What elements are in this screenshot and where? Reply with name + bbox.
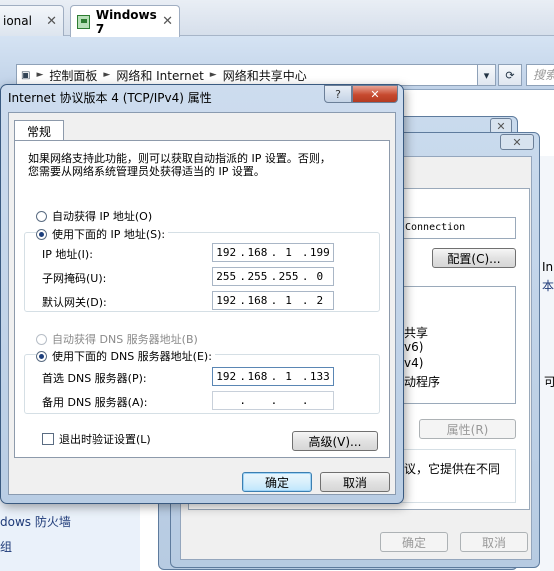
ip-octet: 1 <box>285 370 292 383</box>
chevron-right-icon: ► <box>103 70 111 80</box>
list-item[interactable]: v6) <box>404 340 423 354</box>
nav-item-firewall[interactable]: dows 防火墙 <box>0 513 71 530</box>
ip-octet: 168 <box>247 370 268 383</box>
subnet-label: 子网掩码(U): <box>42 272 107 285</box>
ip-octet: 199 <box>309 246 330 259</box>
vm-tab-label: Windows 7 <box>95 7 157 36</box>
default-gateway-field[interactable]: 192. 168. 1. 2 <box>212 291 334 310</box>
auto-ip-radio[interactable] <box>36 210 47 222</box>
preferred-dns-field[interactable]: 192. 168. 1. 133 <box>212 367 334 386</box>
right-pane <box>540 156 554 571</box>
list-item[interactable]: 动程序 <box>404 373 440 390</box>
manual-ip-option[interactable]: 使用下面的 IP 地址(S): <box>36 226 169 242</box>
breadcrumb-item[interactable]: 控制面板 <box>49 67 97 84</box>
ip-octet: 192 <box>216 246 237 259</box>
ip-address-label: IP 地址(I): <box>42 248 93 261</box>
address-bar[interactable]: ▣ ► 控制面板 ► 网络和 Internet ► 网络和共享中心 <box>16 64 496 86</box>
close-button[interactable]: ✕ <box>352 85 398 103</box>
list-item[interactable]: v4) <box>404 356 423 370</box>
ip-octet: 168 <box>247 246 268 259</box>
side-text: 可 <box>544 375 554 389</box>
auto-ip-label: 自动获得 IP 地址(O) <box>52 210 153 223</box>
preferred-dns-label: 首选 DNS 服务器(P): <box>42 372 147 385</box>
ip-octet: 133 <box>309 370 330 383</box>
auto-dns-radio <box>36 333 47 345</box>
search-input[interactable]: 搜索 <box>526 64 554 86</box>
connection-name-field: Connection <box>394 217 516 239</box>
breadcrumb-item[interactable]: 网络和 Internet <box>116 67 203 84</box>
dialog-title: Internet 协议版本 4 (TCP/IPv4) 属性 <box>8 91 212 105</box>
ip-octet: 2 <box>316 294 324 307</box>
manual-ip-radio[interactable] <box>36 228 47 240</box>
properties-button[interactable]: 属性(R) <box>419 419 516 439</box>
close-icon[interactable]: ✕ <box>500 134 534 150</box>
manual-dns-label: 使用下面的 DNS 服务器地址(E): <box>52 350 212 363</box>
help-button[interactable]: ? <box>324 85 352 103</box>
close-icon[interactable]: ✕ <box>162 14 173 29</box>
alternate-dns-label: 备用 DNS 服务器(A): <box>42 396 148 409</box>
configure-button[interactable]: 配置(C)... <box>432 248 516 268</box>
vm-tab-other[interactable]: ional ✕ <box>0 5 64 36</box>
ip-octet: 255 <box>247 270 268 283</box>
chevron-right-icon: ► <box>209 70 217 80</box>
vm-tab-label: ional <box>3 14 32 28</box>
gateway-label: 默认网关(D): <box>42 296 107 309</box>
cancel-button[interactable]: 取消 <box>460 532 528 552</box>
auto-dns-option: 自动获得 DNS 服务器地址(B) <box>36 331 198 347</box>
ok-button[interactable]: 确定 <box>380 532 448 552</box>
validate-checkbox[interactable] <box>42 433 54 445</box>
refresh-button[interactable]: ⟳ <box>498 64 522 86</box>
description-text: 议，它提供在不同 <box>404 462 501 476</box>
description-line: 您需要从网络系统管理员处获得适当的 IP 设置。 <box>28 165 265 178</box>
vm-icon <box>77 14 90 29</box>
side-text: 本 <box>542 279 554 293</box>
ip-octet: 192 <box>216 294 237 307</box>
tab-general[interactable]: 常规 <box>14 120 64 141</box>
alternate-dns-field[interactable]: . . . <box>212 391 334 410</box>
breadcrumb-item[interactable]: 网络和共享中心 <box>223 67 307 84</box>
side-text: In <box>542 260 554 274</box>
address-dropdown-button[interactable]: ▾ <box>477 64 496 86</box>
subnet-mask-field[interactable]: 255. 255. 255. 0 <box>212 267 334 286</box>
manual-dns-radio[interactable] <box>36 350 47 362</box>
ip-octet: 0 <box>316 270 324 283</box>
auto-dns-label: 自动获得 DNS 服务器地址(B) <box>52 333 198 346</box>
cancel-button[interactable]: 取消 <box>320 472 390 492</box>
nav-item-group[interactable]: 组 <box>0 538 12 555</box>
ip-octet: 1 <box>285 294 292 307</box>
ip-address-field[interactable]: 192. 168. 1. 199 <box>212 243 334 262</box>
ok-button[interactable]: 确定 <box>242 472 312 492</box>
close-icon[interactable]: ✕ <box>46 14 57 29</box>
chevron-right-icon: ► <box>36 70 44 80</box>
ip-octet: 192 <box>216 370 237 383</box>
computer-icon: ▣ <box>21 69 31 81</box>
list-item[interactable]: 共享 <box>404 324 428 341</box>
validate-label: 退出时验证设置(L) <box>59 433 151 446</box>
auto-ip-option[interactable]: 自动获得 IP 地址(O) <box>36 208 152 224</box>
ip-octet: 1 <box>285 246 292 259</box>
ip-octet: 168 <box>247 294 268 307</box>
manual-ip-label: 使用下面的 IP 地址(S): <box>52 228 166 241</box>
ip-octet: 255 <box>278 270 299 283</box>
vm-tab-windows7[interactable]: Windows 7 ✕ <box>70 5 180 37</box>
advanced-button[interactable]: 高级(V)... <box>292 431 378 451</box>
ip-octet: 255 <box>216 270 237 283</box>
manual-dns-option[interactable]: 使用下面的 DNS 服务器地址(E): <box>36 348 215 364</box>
validate-option[interactable]: 退出时验证设置(L) <box>42 431 151 447</box>
